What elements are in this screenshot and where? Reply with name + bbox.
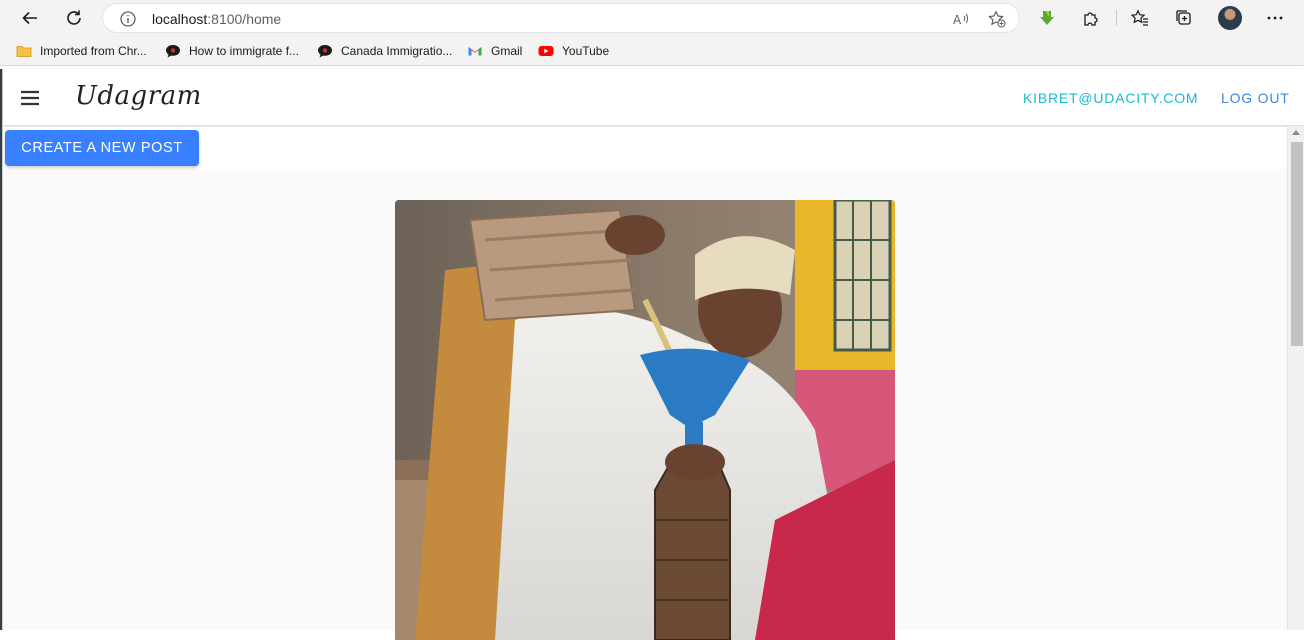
user-email-link[interactable]: KIBRET@UDACITY.COM xyxy=(1023,90,1198,106)
address-bar[interactable]: localhost:8100/home A xyxy=(102,3,1020,33)
bookmark-label: Gmail xyxy=(491,44,523,58)
url-path: :8100/home xyxy=(207,11,282,27)
create-post-bar: CREATE A NEW POST xyxy=(3,127,1287,169)
profile-avatar[interactable] xyxy=(1218,6,1242,30)
bookmark-gmail[interactable]: Gmail xyxy=(467,42,522,60)
logout-button[interactable]: LOG OUT xyxy=(1221,90,1290,106)
hamburger-menu-icon[interactable] xyxy=(19,87,41,109)
bookmark-youtube[interactable]: YouTube xyxy=(538,42,609,60)
scroll-thumb[interactable] xyxy=(1291,142,1303,346)
extensions-button[interactable] xyxy=(1079,6,1103,30)
toolbar-separator xyxy=(1116,10,1117,26)
settings-menu-button[interactable] xyxy=(1263,6,1287,30)
feed-post-image xyxy=(395,200,895,640)
read-aloud-icon[interactable]: A xyxy=(952,10,970,28)
create-post-button[interactable]: CREATE A NEW POST xyxy=(5,130,199,166)
collections-icon xyxy=(1176,10,1191,25)
folder-icon xyxy=(16,46,32,57)
bookmark-label: Imported from Chr... xyxy=(40,44,147,58)
info-icon[interactable] xyxy=(119,10,137,28)
refresh-icon xyxy=(67,10,81,25)
refresh-button[interactable] xyxy=(59,4,89,32)
svg-text:A: A xyxy=(953,13,962,27)
post-photo xyxy=(395,200,895,640)
download-extension-button[interactable] xyxy=(1035,6,1059,30)
favorites-star-icon xyxy=(1131,9,1148,26)
app-header: Udagram KIBRET@UDACITY.COM LOG OUT xyxy=(3,69,1304,126)
collections-button[interactable] xyxy=(1172,6,1196,30)
bookmarks-bar: Imported from Chr... How to immigrate f.… xyxy=(0,36,1304,66)
back-button[interactable] xyxy=(15,4,45,32)
bookmark-label: YouTube xyxy=(562,44,610,58)
bookmark-how-to-immigrate[interactable]: How to immigrate f... xyxy=(165,42,299,60)
scroll-up-arrow-icon[interactable] xyxy=(1292,130,1300,135)
chat-bubble-icon xyxy=(166,45,180,58)
add-favorite-icon[interactable] xyxy=(988,10,1006,28)
bookmark-label: How to immigrate f... xyxy=(189,44,300,58)
favorites-button[interactable] xyxy=(1128,6,1152,30)
chat-bubble-icon xyxy=(318,45,332,58)
url-text[interactable]: localhost:8100/home xyxy=(152,11,281,27)
bookmark-canada-immigration[interactable]: Canada Immigratio... xyxy=(317,42,452,60)
back-arrow-icon xyxy=(22,11,37,25)
more-dots-icon xyxy=(1267,16,1283,20)
app-root: Udagram KIBRET@UDACITY.COM LOG OUT CREAT… xyxy=(2,69,1304,640)
puzzle-icon xyxy=(1084,12,1098,26)
gmail-icon xyxy=(468,47,482,56)
youtube-icon xyxy=(538,46,554,56)
bookmark-label: Canada Immigratio... xyxy=(341,44,453,58)
feed-content: CREATE A NEW POST xyxy=(3,127,1287,640)
download-arrow-icon xyxy=(1040,11,1054,25)
bookmark-imported-folder[interactable]: Imported from Chr... xyxy=(16,42,147,60)
page-scrollbar[interactable] xyxy=(1287,127,1304,630)
url-host: localhost xyxy=(152,11,208,27)
app-brand: Udagram xyxy=(75,81,202,111)
browser-toolbar: localhost:8100/home A xyxy=(0,0,1304,36)
